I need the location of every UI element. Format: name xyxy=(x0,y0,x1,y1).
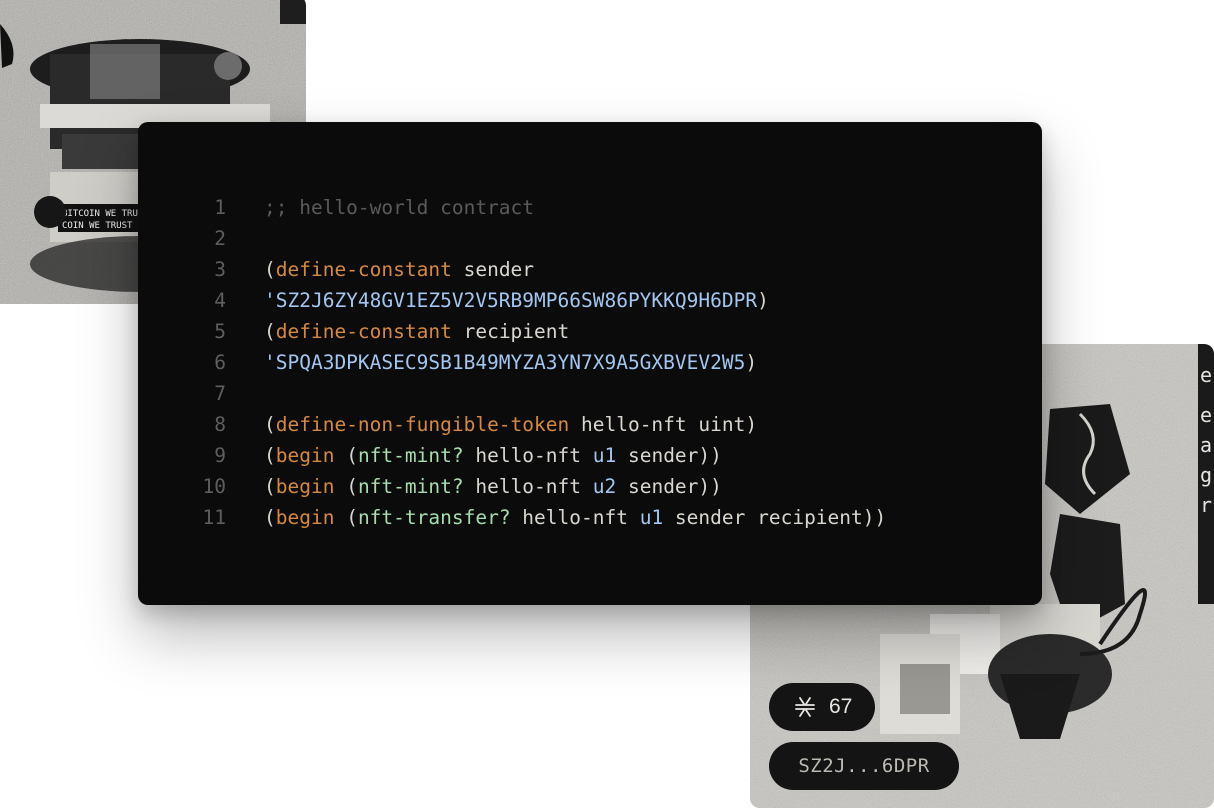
code-token-plain: sender recipient)) xyxy=(663,506,887,529)
code-token-paren: ( xyxy=(334,506,358,529)
art-side-letter-4: g xyxy=(1200,463,1212,487)
code-line: 7 xyxy=(138,378,1042,409)
nft-count-value: 67 xyxy=(829,695,853,718)
code-token-principal: u2 xyxy=(592,475,617,498)
line-number: 3 xyxy=(214,258,226,281)
code-token-plain: hello-nft xyxy=(463,444,593,467)
code-token-plain: hello-nft uint) xyxy=(569,413,758,436)
code-token-paren: ( xyxy=(334,475,358,498)
line-number: 5 xyxy=(214,320,226,343)
code-token-comment: ;; hello-world contract xyxy=(264,196,535,219)
line-number: 2 xyxy=(214,227,226,250)
code-token-paren: ) xyxy=(757,289,769,312)
code-token-paren: ( xyxy=(264,475,276,498)
line-number: 9 xyxy=(214,444,226,467)
art-side-letter-2: e xyxy=(1200,403,1212,427)
code-token-paren: ( xyxy=(264,444,276,467)
code-editor-panel: 1;; hello-world contract 2 3 (define-consta… xyxy=(138,122,1042,605)
code-token-keyword: begin xyxy=(275,475,335,498)
code-text: (begin (nft-mint? hello-nft u1 sender)) xyxy=(264,440,722,471)
art-text-line-2: COIN WE TRUST xyxy=(62,221,133,231)
code-token-plain: sender xyxy=(451,258,535,281)
code-line: 3 (define-constant sender xyxy=(138,254,1042,285)
code-token-plain: recipient xyxy=(451,320,570,343)
stacks-icon xyxy=(795,697,815,717)
code-text: (define-non-fungible-token hello-nft uin… xyxy=(264,409,757,440)
code-token-paren: ) xyxy=(745,351,758,374)
code-token-paren: ( xyxy=(264,506,276,529)
line-number: 4 xyxy=(214,289,226,312)
code-token-principal: 'SZ2J6ZY48GV1EZ5V2V5RB9MP66SW86PYKKQ9H6D… xyxy=(264,289,758,312)
code-token-plain: hello-nft xyxy=(463,475,593,498)
line-number: 10 xyxy=(202,475,226,498)
nft-count-badge[interactable]: 67 xyxy=(769,683,875,731)
code-token-paren: ( xyxy=(264,320,276,343)
code-token-function: nft-mint? xyxy=(357,444,464,467)
code-token-keyword: begin xyxy=(275,444,335,467)
code-token-function: nft-mint? xyxy=(357,475,464,498)
code-text: 'SPQA3DPKASEC9SB1B49MYZA3YN7X9A5GXBVEV2W… xyxy=(264,347,757,378)
code-token-paren: ( xyxy=(264,258,276,281)
code-text: (begin (nft-mint? hello-nft u2 sender)) xyxy=(264,471,722,502)
code-token-paren: ( xyxy=(334,444,358,467)
code-token-function: nft-transfer? xyxy=(357,506,511,529)
line-number: 6 xyxy=(214,351,226,374)
line-number: 1 xyxy=(214,196,226,219)
code-token-keyword: begin xyxy=(275,506,335,529)
code-line: 9 (begin (nft-mint? hello-nft u1 sender)) xyxy=(138,440,1042,471)
code-line: 1 ;; hello-world contract xyxy=(138,192,1042,223)
code-text: 'SZ2J6ZY48GV1EZ5V2V5RB9MP66SW86PYKKQ9H6D… xyxy=(264,285,769,316)
code-text: ;; hello-world contract xyxy=(264,192,534,223)
code-line: 10 (begin (nft-mint? hello-nft u2 sender)… xyxy=(138,471,1042,502)
code-text: (begin (nft-transfer? hello-nft u1 sende… xyxy=(264,502,886,533)
code-token-paren: ( xyxy=(264,413,276,436)
code-token-keyword: define-constant xyxy=(275,258,452,281)
line-number: 11 xyxy=(202,506,226,529)
art-side-letter-5: r xyxy=(1200,493,1212,517)
code-token-principal: 'SPQA3DPKASEC9SB1B49MYZA3YN7X9A5GXBVEV2W… xyxy=(264,351,746,374)
line-number: 8 xyxy=(214,413,226,436)
code-line: 4 'SZ2J6ZY48GV1EZ5V2V5RB9MP66SW86PYKKQ9H6… xyxy=(138,285,1042,316)
code-token-plain: hello-nft xyxy=(510,506,640,529)
code-token-plain: sender)) xyxy=(616,444,722,467)
code-text: (define-constant sender xyxy=(264,254,534,285)
code-token-keyword: define-non-fungible-token xyxy=(275,413,570,436)
art-side-letter-1: e xyxy=(1200,363,1212,387)
code-token-principal: u1 xyxy=(639,506,664,529)
code-line: 8 (define-non-fungible-token hello-nft ui… xyxy=(138,409,1042,440)
code-token-plain: sender)) xyxy=(616,475,722,498)
nft-owner-address[interactable]: SZ2J...6DPR xyxy=(769,742,959,790)
line-number: 7 xyxy=(214,382,226,405)
code-block: 1;; hello-world contract 2 3 (define-consta… xyxy=(138,192,1042,533)
art-side-letter-3: a xyxy=(1200,433,1212,457)
code-token-principal: u1 xyxy=(592,444,617,467)
code-line: 5 (define-constant recipient xyxy=(138,316,1042,347)
code-text: (define-constant recipient xyxy=(264,316,569,347)
code-line: 2 xyxy=(138,223,1042,254)
code-line: 11 (begin (nft-transfer? hello-nft u1 sen… xyxy=(138,502,1042,533)
art-text-line-1: BITCOIN WE TRUST xyxy=(62,209,149,219)
code-line: 6 'SPQA3DPKASEC9SB1B49MYZA3YN7X9A5GXBVEV2… xyxy=(138,347,1042,378)
code-token-keyword: define-constant xyxy=(275,320,452,343)
